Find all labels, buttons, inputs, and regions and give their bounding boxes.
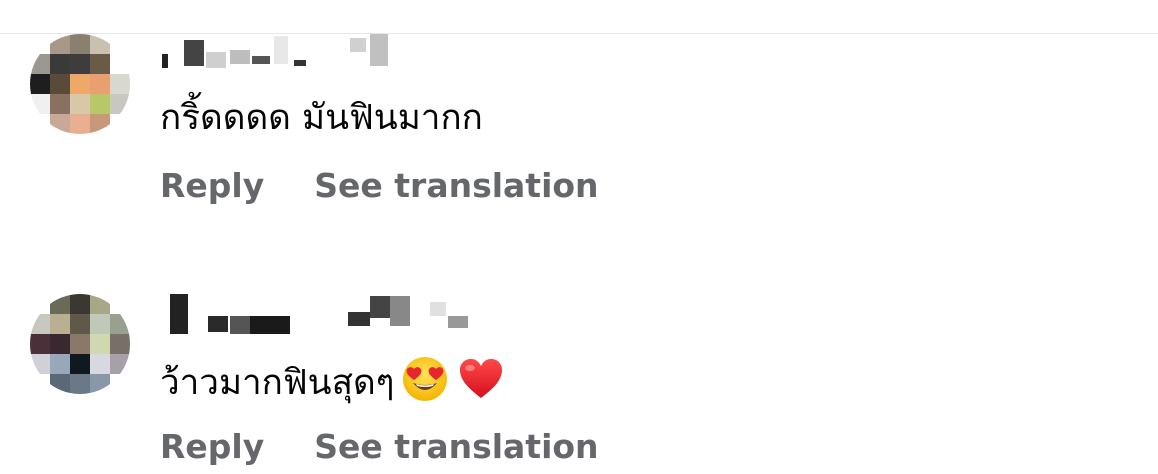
avatar[interactable] [30,294,130,394]
avatar-pixel [110,74,130,94]
avatar-pixel [50,54,70,74]
avatar-pixel [90,314,110,334]
avatar-pixel [110,374,130,394]
avatar-pixel [90,34,110,54]
avatar-pixel [30,374,50,394]
avatar-pixel [90,54,110,74]
avatar-pixel [50,114,70,134]
avatar-pixel [70,94,90,114]
avatar-pixel [90,94,110,114]
avatar[interactable] [30,34,130,134]
avatar-pixel [50,34,70,54]
avatar-pixel [30,74,50,94]
avatar-pixel [90,294,110,314]
avatar-pixel [30,54,50,74]
avatar-pixel [70,354,90,374]
avatar-pixel [90,374,110,394]
comment-text-content: ว้าวมากฟินสุดๆ [160,363,395,403]
avatar-pixel [110,294,130,314]
avatar-pixel [50,74,70,94]
see-translation-button[interactable]: See translation [314,427,598,466]
see-translation-button[interactable]: See translation [314,166,598,205]
comment-actions: Reply See translation [160,427,599,466]
avatar-pixel [90,74,110,94]
avatar-pixel [90,114,110,134]
avatar-pixel [30,334,50,354]
comment-actions: Reply See translation [160,166,599,205]
avatar-pixel [110,354,130,374]
avatar-pixel [30,354,50,374]
avatar-pixel [50,314,70,334]
username-redacted[interactable] [160,294,480,334]
red-heart-emoji-icon [460,359,503,398]
avatar-pixel [110,334,130,354]
avatar-pixel [50,94,70,114]
comment-text: ว้าวมากฟินสุดๆ [160,356,504,405]
avatar-pixel [50,294,70,314]
heart-eyes-emoji-icon [403,357,448,401]
comment-text: กริ้ดดดด มันฟินมากก [160,98,483,138]
avatar-pixel [70,74,90,94]
avatar-pixel [70,334,90,354]
avatar-pixel [110,114,130,134]
reply-button[interactable]: Reply [160,166,264,205]
avatar-pixel [30,314,50,334]
avatar-pixel [70,114,90,134]
avatar-pixel [110,94,130,114]
avatar-pixel [70,54,90,74]
avatar-pixel [110,314,130,334]
avatar-pixel [90,334,110,354]
username-redacted[interactable] [160,30,480,70]
reply-button[interactable]: Reply [160,427,264,466]
avatar-pixel [90,354,110,374]
avatar-pixel [30,294,50,314]
avatar-pixel [70,294,90,314]
avatar-pixel [50,334,70,354]
avatar-pixel [50,354,70,374]
avatar-pixel [30,34,50,54]
avatar-pixel [110,54,130,74]
avatar-pixel [70,34,90,54]
avatar-pixel [70,314,90,334]
avatar-pixel [30,114,50,134]
avatar-pixel [70,374,90,394]
avatar-pixel [50,374,70,394]
avatar-pixel [110,34,130,54]
avatar-pixel [30,94,50,114]
